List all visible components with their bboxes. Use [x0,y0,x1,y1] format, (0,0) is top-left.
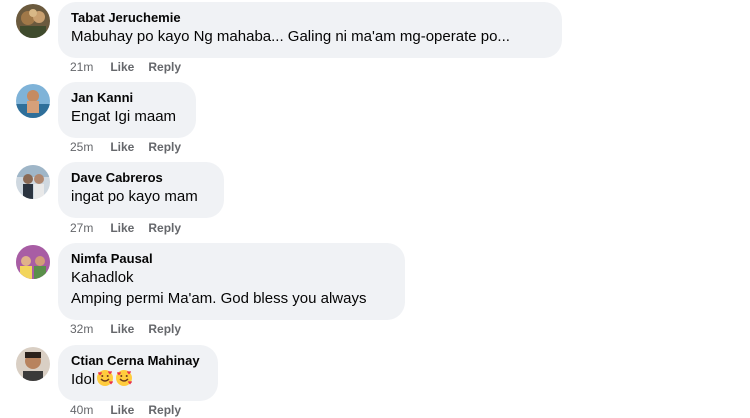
comment-bubble: Ctian Cerna Mahinay Idol [58,345,218,401]
comment-author[interactable]: Tabat Jeruchemie [71,9,549,26]
reply-button[interactable]: Reply [148,59,181,75]
comment-text: Idol [71,369,205,393]
comment-text: Amping permi Ma'am. God bless you always [71,290,367,307]
comment-timestamp[interactable]: 27m [70,220,93,236]
like-button[interactable]: Like [110,220,134,236]
avatar[interactable] [16,4,50,38]
comment-author[interactable]: Nimfa Pausal [71,250,392,267]
avatar[interactable] [16,245,50,279]
comment-author[interactable]: Dave Cabreros [71,169,211,186]
comment-bubble: Nimfa Pausal Kahadlok Amping permi Ma'am… [58,243,405,320]
comment-bubble: Dave Cabreros ingat po kayo mam [58,162,224,218]
comment-timestamp[interactable]: 21m [70,59,93,75]
avatar[interactable] [16,347,50,381]
avatar[interactable] [16,84,50,118]
like-button[interactable]: Like [110,59,134,75]
comment-text: Engat Igi maam [71,108,177,125]
comment-text-content: Idol [71,371,96,388]
like-button[interactable]: Like [110,321,134,337]
comment-actions: 21m Like Reply [70,59,195,75]
reply-button[interactable]: Reply [148,220,181,236]
comment-actions: 27m Like Reply [70,220,195,236]
reply-button[interactable]: Reply [148,321,181,337]
reply-button[interactable]: Reply [148,139,181,155]
comment-author[interactable]: Ctian Cerna Mahinay [71,352,205,369]
like-button[interactable]: Like [110,139,134,155]
smiling-face-with-hearts-icon [115,369,133,393]
avatar[interactable] [16,165,50,199]
comment-actions: 32m Like Reply [70,321,195,337]
comment-text: Kahadlok [71,269,134,286]
comment-text: Mabuhay po kayo Ng mahaba... Galing ni m… [71,28,510,45]
smiling-face-with-hearts-icon [96,369,114,393]
comment-bubble: Jan Kanni Engat Igi maam [58,82,196,138]
comment-actions: 25m Like Reply [70,139,195,155]
comment-text: ingat po kayo mam [71,188,198,205]
comment-author[interactable]: Jan Kanni [71,89,183,106]
comment-timestamp[interactable]: 32m [70,321,93,337]
comment-bubble: Tabat Jeruchemie Mabuhay po kayo Ng maha… [58,2,562,58]
comment-timestamp[interactable]: 25m [70,139,93,155]
